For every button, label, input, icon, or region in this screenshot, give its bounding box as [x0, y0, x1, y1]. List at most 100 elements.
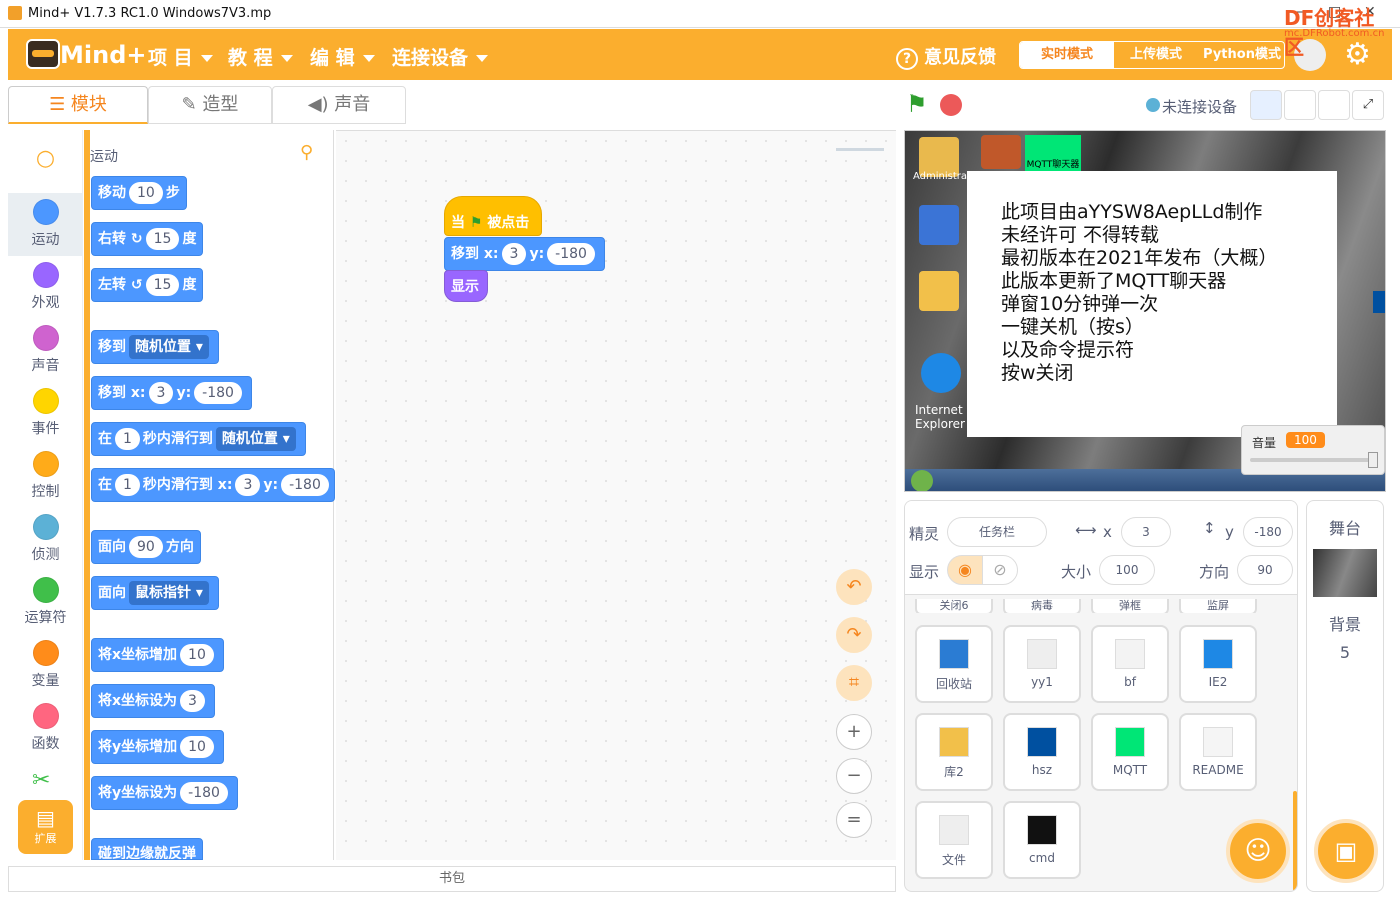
sprite-tile[interactable]: 监屏	[1179, 599, 1257, 613]
mode-python[interactable]: Python模式	[1198, 42, 1284, 68]
hide-stage-icon[interactable]	[1318, 90, 1350, 120]
menu-edit[interactable]: 编 辑	[310, 43, 375, 70]
search-category[interactable]: ○	[8, 130, 83, 193]
sprite-thumbnail	[939, 727, 969, 757]
block-goto-target[interactable]: 移到 随机位置 ▾	[91, 330, 219, 364]
backpack-bar[interactable]: 书包	[8, 866, 896, 892]
sprite-thumbnail	[1027, 727, 1057, 757]
sprite-tile[interactable]: 库2	[915, 713, 993, 791]
sprite-tile[interactable]: yy1	[1003, 625, 1081, 703]
chevron-down-icon	[476, 55, 489, 62]
script-goto-xy-block[interactable]: 移到 x: 3 y: -180	[444, 237, 605, 271]
x-input[interactable]: 3	[1121, 517, 1171, 547]
category-control[interactable]: 控制	[8, 445, 83, 508]
zoom-reset-icon[interactable]: =	[836, 802, 872, 838]
desktop-label-admin: Administrat	[913, 171, 971, 182]
volume-slider-track[interactable]	[1250, 458, 1376, 462]
sprite-tile[interactable]: bf	[1091, 625, 1169, 703]
workspace-scroll-indicator[interactable]	[836, 148, 884, 151]
direction-input[interactable]: 90	[1237, 555, 1293, 585]
extension-button[interactable]: ▤ 扩展	[18, 800, 73, 854]
block-set-y[interactable]: 将y坐标设为 -180	[91, 776, 238, 810]
show-eye-icon[interactable]: ◉	[947, 555, 983, 585]
sprite-tile[interactable]: IE2	[1179, 625, 1257, 703]
y-input[interactable]: -180	[1243, 517, 1293, 547]
zoom-in-icon[interactable]: +	[836, 714, 872, 750]
volume-slider-thumb[interactable]	[1368, 452, 1378, 468]
small-stage-layout-icon[interactable]	[1250, 90, 1282, 120]
menu-project[interactable]: 项 目	[148, 43, 213, 70]
block-turn-left[interactable]: 左转 ↺ 15 度	[91, 268, 204, 302]
block-change-x[interactable]: 将x坐标增加 10	[91, 638, 224, 672]
sprite-info: 精灵 任务栏 ⟷ x 3 ↕ y -180 显示 ◉ ⊘ 大小 100 方向 9…	[905, 501, 1297, 595]
size-input[interactable]: 100	[1099, 555, 1155, 585]
mode-switch: 实时模式 上传模式 Python模式	[1019, 41, 1285, 69]
script-workspace[interactable]	[336, 130, 896, 860]
wrench-icon[interactable]: ✂	[32, 768, 50, 793]
crop-icon[interactable]: ⌗	[836, 665, 872, 701]
sprite-tile[interactable]: 回收站	[915, 625, 993, 703]
block-bounce-on-edge[interactable]: 碰到边缘就反弹	[91, 838, 203, 860]
mode-realtime[interactable]: 实时模式	[1020, 42, 1114, 68]
large-stage-layout-icon[interactable]	[1284, 90, 1316, 120]
add-sprite-button[interactable]: ☺	[1226, 819, 1290, 883]
category-sensing[interactable]: 侦测	[8, 508, 83, 571]
app-icon	[8, 6, 22, 20]
pin-icon[interactable]: ⚲	[300, 142, 313, 163]
block-glide-to-target[interactable]: 在 1 秒内滑行到 随机位置 ▾	[91, 422, 306, 456]
stage-canvas[interactable]: Administrat MQTT聊天器 Internet Explorer 此项…	[904, 130, 1386, 492]
tab-sounds[interactable]: ◀) 声音	[272, 86, 406, 124]
block-glide-xy[interactable]: 在 1 秒内滑行到 x: 3 y: -180	[91, 468, 335, 502]
mode-upload[interactable]: 上传模式	[1114, 42, 1198, 68]
tab-costumes[interactable]: ✎ 造型	[148, 86, 272, 124]
sprite-tile[interactable]: 弹框	[1091, 599, 1169, 613]
category-motion[interactable]: 运动	[8, 193, 83, 256]
zoom-out-icon[interactable]: −	[836, 758, 872, 794]
category-events[interactable]: 事件	[8, 382, 83, 445]
stage-panel-title: 舞台	[1328, 519, 1361, 538]
feedback-button[interactable]: ? 意见反馈	[896, 43, 996, 70]
undo-icon[interactable]: ↶	[836, 569, 872, 605]
menu-connect-device[interactable]: 连接设备	[392, 43, 489, 70]
sprite-tile[interactable]: 关闭6	[915, 599, 993, 613]
tab-blocks[interactable]: ☰ 模块	[8, 86, 148, 124]
sprite-tile[interactable]: README	[1179, 713, 1257, 791]
mindplus-logo: Mind+	[26, 39, 146, 71]
category-looks[interactable]: 外观	[8, 256, 83, 319]
category-operators[interactable]: 运算符	[8, 571, 83, 634]
backdrop-count: 5	[1339, 643, 1351, 662]
sprite-list-scrollbar[interactable]	[1293, 791, 1297, 891]
category-dot	[32, 514, 59, 540]
block-set-x[interactable]: 将x坐标设为 3	[91, 684, 215, 718]
fullscreen-icon[interactable]: ⤢	[1352, 90, 1384, 120]
block-point-direction[interactable]: 面向 90 方向	[91, 530, 201, 564]
sprite-tile[interactable]: hsz	[1003, 713, 1081, 791]
sprite-tile[interactable]: 文件	[915, 801, 993, 879]
category-sound[interactable]: 声音	[8, 319, 83, 382]
script-show-block[interactable]: 显示	[444, 270, 488, 302]
editor-tabs: ☰ 模块 ✎ 造型 ◀) 声音	[8, 84, 408, 124]
when-flag-clicked-block[interactable]: 当 ⚑ 被点击	[444, 196, 542, 236]
block-move-steps[interactable]: 移动 10 步	[91, 176, 187, 210]
block-goto-xy[interactable]: 移到 x: 3 y: -180	[91, 376, 252, 410]
block-turn-right[interactable]: 右转 ↻ 15 度	[91, 222, 204, 256]
category-dot	[32, 325, 59, 351]
sprite-name-input[interactable]: 任务栏	[947, 517, 1047, 547]
volume-monitor[interactable]: 音量 100	[1241, 425, 1385, 475]
green-flag-icon[interactable]: ⚑	[906, 90, 928, 118]
sprite-tile[interactable]: 病毒	[1003, 599, 1081, 613]
block-point-towards[interactable]: 面向 鼠标指针 ▾	[91, 576, 219, 610]
sprite-tile[interactable]: cmd	[1003, 801, 1081, 879]
stop-icon[interactable]	[940, 94, 962, 116]
sprite-thumbnail	[939, 815, 969, 845]
block-change-y[interactable]: 将y坐标增加 10	[91, 730, 224, 764]
add-backdrop-button[interactable]: ▣	[1314, 819, 1378, 883]
category-variables[interactable]: 变量	[8, 634, 83, 697]
chevron-down-icon	[200, 55, 213, 62]
hide-eye-icon[interactable]: ⊘	[982, 555, 1018, 585]
redo-icon[interactable]: ↷	[836, 617, 872, 653]
menu-tutorial[interactable]: 教 程	[228, 43, 293, 70]
image-plus-icon: ▣	[1334, 837, 1358, 865]
sprite-tile[interactable]: MQTT	[1091, 713, 1169, 791]
category-functions[interactable]: 函数	[8, 697, 83, 760]
